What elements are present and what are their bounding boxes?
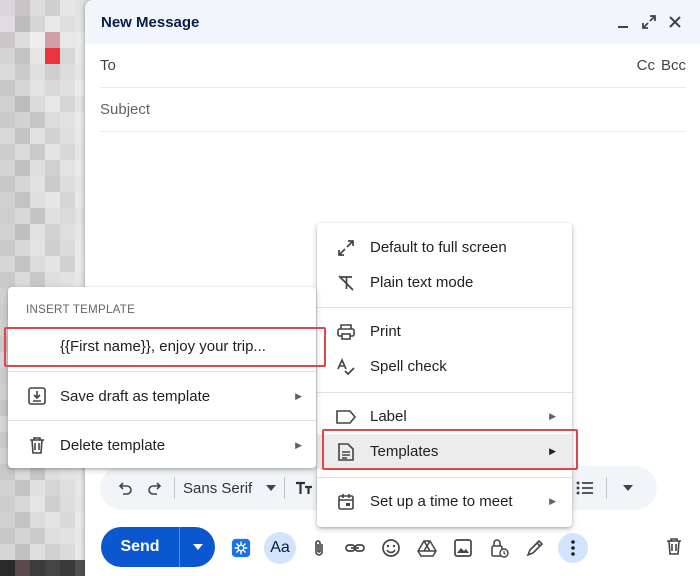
- save-template-label: Save draft as template: [60, 387, 211, 405]
- bottom-toolbar: Aa: [228, 532, 588, 564]
- spell-check-icon: [335, 356, 357, 378]
- compose-title: New Message: [101, 13, 200, 31]
- submenu-arrow-icon: ▶: [549, 446, 556, 456]
- menu-divider: [317, 307, 572, 308]
- print-icon: [335, 321, 357, 343]
- label-icon: [335, 406, 357, 428]
- more-options-icon[interactable]: [558, 533, 588, 563]
- plain-text-icon: [335, 272, 357, 294]
- delete-template-item[interactable]: Delete template ▶: [8, 427, 316, 463]
- expand-icon: [335, 237, 357, 259]
- cc-link[interactable]: Cc: [637, 57, 655, 74]
- menu-divider: [317, 477, 572, 478]
- attach-file-icon[interactable]: [306, 535, 332, 561]
- menu-item-label: Print: [370, 323, 401, 340]
- to-label: To: [100, 57, 116, 74]
- bcc-link[interactable]: Bcc: [661, 57, 686, 74]
- menu-item-label: Templates: [370, 443, 439, 460]
- menu-item-label: Spell check: [370, 358, 447, 375]
- menu-item-default-full-screen[interactable]: Default to full screen: [317, 230, 572, 265]
- toolbar-divider: [606, 477, 607, 499]
- minimize-icon[interactable]: [614, 13, 632, 31]
- save-template-icon: [26, 385, 48, 407]
- signature-pen-icon[interactable]: [522, 535, 548, 561]
- font-family-label: Sans Serif: [183, 479, 253, 497]
- schedule-send-button[interactable]: [179, 527, 215, 567]
- redo-icon[interactable]: [144, 477, 166, 499]
- templates-heading: INSERT TEMPLATE: [26, 304, 136, 316]
- menu-item-plain-text-mode[interactable]: Plain text mode: [317, 265, 572, 300]
- submenu-arrow-icon: ▶: [549, 496, 556, 506]
- chevron-down-icon: [266, 485, 277, 491]
- delete-template-label: Delete template: [60, 436, 166, 454]
- toolbar-divider: [174, 477, 175, 499]
- full-screen-icon[interactable]: [640, 13, 658, 31]
- menu-item-label: Plain text mode: [370, 274, 474, 291]
- submenu-arrow-icon: ▶: [295, 390, 302, 401]
- insert-photo-icon[interactable]: [450, 535, 476, 561]
- trash-icon: [26, 434, 48, 456]
- send-group: Send: [101, 527, 215, 567]
- more-formatting-chevron-icon[interactable]: [617, 477, 639, 499]
- insert-link-icon[interactable]: [342, 535, 368, 561]
- subject-input[interactable]: [100, 101, 686, 118]
- menu-item-spell-check[interactable]: Spell check: [317, 349, 572, 384]
- submenu-arrow-icon: ▶: [295, 439, 302, 450]
- formatting-options-button[interactable]: Aa: [264, 532, 296, 564]
- chevron-down-icon: [192, 544, 203, 550]
- menu-item-set-up-meeting[interactable]: Set up a time to meet ▶: [317, 484, 572, 519]
- save-draft-as-template-item[interactable]: Save draft as template ▶: [8, 378, 316, 414]
- menu-item-label-submenu[interactable]: Label ▶: [317, 399, 572, 434]
- menu-item-templates[interactable]: Templates ▶: [317, 434, 572, 469]
- google-drive-icon[interactable]: [414, 535, 440, 561]
- calendar-icon: [335, 491, 357, 513]
- template-name: {{First name}}, enjoy your trip...: [60, 337, 266, 355]
- menu-divider: [8, 371, 316, 372]
- header-buttons: [614, 13, 684, 31]
- discard-draft-trash-icon[interactable]: [662, 534, 686, 558]
- template-item[interactable]: {{First name}}, enjoy your trip...: [8, 328, 316, 364]
- templates-submenu: INSERT TEMPLATE {{First name}}, enjoy yo…: [8, 287, 316, 468]
- cc-bcc-links: Cc Bcc: [637, 57, 686, 74]
- toolbar-divider: [284, 477, 286, 499]
- menu-item-print[interactable]: Print: [317, 314, 572, 349]
- send-button[interactable]: Send: [101, 527, 179, 567]
- menu-item-label: Set up a time to meet: [370, 493, 513, 510]
- menu-item-label: Label: [370, 408, 407, 425]
- confidential-mode-icon[interactable]: [486, 535, 512, 561]
- more-options-menu: Default to full screen Plain text mode P…: [317, 223, 572, 527]
- ai-assist-icon[interactable]: [228, 535, 254, 561]
- bulleted-list-icon[interactable]: [574, 477, 596, 499]
- templates-icon: [335, 441, 357, 463]
- menu-item-label: Default to full screen: [370, 239, 507, 256]
- subject-row: [100, 88, 686, 132]
- menu-divider: [8, 420, 316, 421]
- toolbar-right-group: [574, 477, 639, 499]
- font-size-icon[interactable]: [293, 477, 315, 499]
- font-family-select[interactable]: Sans Serif: [183, 479, 277, 497]
- undo-icon[interactable]: [114, 477, 136, 499]
- submenu-arrow-icon: ▶: [549, 411, 556, 421]
- compose-header: New Message: [85, 0, 700, 44]
- to-field[interactable]: To Cc Bcc: [100, 44, 686, 88]
- menu-divider: [317, 392, 572, 393]
- close-icon[interactable]: [666, 13, 684, 31]
- emoji-icon[interactable]: [378, 535, 404, 561]
